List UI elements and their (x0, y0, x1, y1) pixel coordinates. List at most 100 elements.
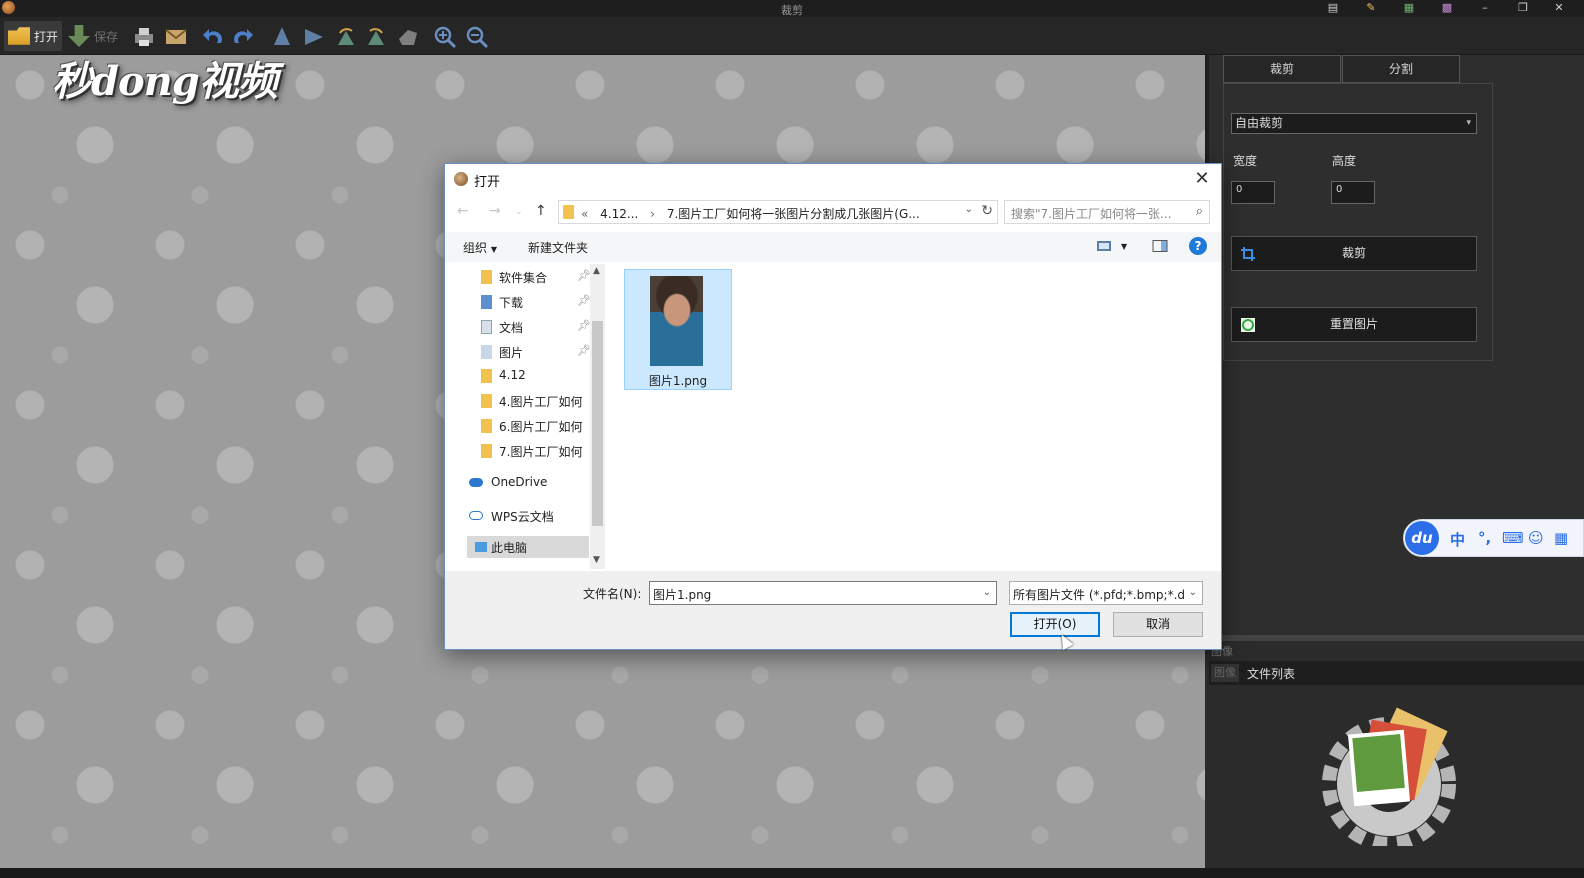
organize-label: 组织 (463, 241, 488, 255)
tab-image[interactable]: 图像 (1211, 664, 1239, 682)
nav-item-pictures[interactable]: 图片 📌︎ (481, 341, 591, 363)
nav-item-label: 4.图片工厂如何 (499, 395, 583, 409)
scrollbar-thumb[interactable] (592, 321, 603, 526)
nav-item-folder-6[interactable]: 6.图片工厂如何 (481, 415, 589, 437)
search-placeholder: 搜索"7.图片工厂如何将一张... (1011, 207, 1172, 221)
keyboard-icon[interactable]: ⌨ (1502, 529, 1524, 547)
flip-vertical-icon[interactable] (270, 25, 294, 49)
file-item[interactable]: 图片1.png (624, 269, 732, 390)
dialog-footer: 文件名(N): 图片1.png ⌄ 所有图片文件 (*.pfd;*.bmp;*.… (445, 571, 1221, 650)
nav-item-folder-4-12[interactable]: 4.12 (481, 365, 589, 387)
nav-item-label: 图片 (499, 346, 524, 360)
save-button[interactable]: 保存 (66, 21, 122, 51)
brush-icon[interactable] (396, 25, 420, 49)
crop-mode-value: 自由裁剪 (1235, 116, 1284, 130)
close-icon[interactable]: ✕ (1552, 1, 1566, 15)
breadcrumb-item[interactable]: 7.图片工厂如何将一张图片分割成几张图片(G... (667, 207, 920, 221)
height-label: 高度 (1332, 154, 1357, 168)
pin-icon: 📌︎ (577, 319, 591, 332)
filename-input[interactable]: 图片1.png ⌄ (649, 581, 997, 605)
restore-icon[interactable]: ❐ (1516, 1, 1530, 15)
dialog-close-icon[interactable]: ✕ (1191, 168, 1213, 190)
cancel-button[interactable]: 取消 (1113, 612, 1203, 637)
width-input[interactable]: 0 (1231, 181, 1275, 204)
rotate-left-icon[interactable] (334, 25, 358, 49)
rotate-right-icon[interactable] (364, 25, 388, 49)
documents-icon (481, 320, 492, 334)
ime-punctuation-toggle[interactable]: °, (1478, 529, 1491, 547)
undo-icon[interactable] (201, 25, 225, 49)
nav-scrollbar[interactable]: ▲ ▼ (590, 264, 605, 569)
zoom-in-icon[interactable] (433, 25, 457, 49)
height-input[interactable]: 0 (1331, 181, 1375, 204)
chevron-down-icon: ▾ (1466, 118, 1471, 128)
forward-arrow-icon[interactable]: → (489, 203, 501, 219)
scroll-up-icon[interactable]: ▲ (593, 266, 600, 276)
nav-item-label: 软件集合 (499, 271, 548, 285)
save-label: 保存 (94, 29, 119, 44)
nav-item-label: 此电脑 (491, 541, 528, 555)
redo-icon[interactable] (231, 25, 255, 49)
ime-logo[interactable]: du (1405, 521, 1439, 555)
nav-item-documents[interactable]: 文档 📌︎ (481, 316, 591, 338)
zoom-out-icon[interactable] (465, 25, 489, 49)
user-icon[interactable]: ☺ (1528, 529, 1544, 547)
tab-file-list[interactable]: 文件列表 (1247, 665, 1295, 682)
preview-pane-icon[interactable] (1152, 240, 1168, 252)
flip-horizontal-icon[interactable] (302, 25, 326, 49)
tab-split[interactable]: 分割 (1342, 55, 1460, 83)
nav-item-downloads[interactable]: 下载 📌︎ (481, 291, 591, 313)
email-icon[interactable] (164, 25, 188, 49)
help-icon[interactable]: ? (1189, 237, 1207, 255)
apps-icon[interactable]: ▦ (1554, 529, 1568, 547)
status-bar (0, 868, 1584, 878)
recent-locations-icon[interactable]: ⌄ (515, 207, 523, 217)
grid-icon[interactable]: ▩ (1440, 1, 1454, 15)
nav-item-software[interactable]: 软件集合 📌︎ (481, 266, 591, 288)
filetype-value: 所有图片文件 (*.pfd;*.bmp;*.d (1013, 588, 1186, 602)
open-file-dialog: 打开 ✕ ← → ⌄ ↑ « 4.12... › 7.图片工厂如何将一张图片分割… (444, 163, 1222, 650)
pictures-icon (481, 345, 492, 359)
reset-image-button[interactable]: 重置图片 (1231, 307, 1477, 342)
crop-button[interactable]: 裁剪 (1231, 236, 1477, 271)
pencil-icon[interactable]: ✎ (1364, 1, 1378, 15)
filetype-select[interactable]: 所有图片文件 (*.pfd;*.bmp;*.d ⌄ (1009, 581, 1203, 605)
tab-crop[interactable]: 裁剪 (1223, 55, 1341, 83)
downloads-icon (481, 295, 492, 309)
file-name: 图片1.png (648, 374, 708, 388)
open-button[interactable]: 打开(O) (1010, 612, 1100, 637)
minimize-icon[interactable]: – (1478, 1, 1492, 15)
search-input[interactable]: 搜索"7.图片工厂如何将一张... ⌕ (1004, 200, 1210, 224)
file-icon[interactable]: ▤ (1326, 1, 1340, 15)
back-arrow-icon[interactable]: ← (457, 203, 469, 219)
new-folder-button[interactable]: 新建文件夹 (528, 239, 588, 256)
breadcrumb-overflow[interactable]: « (581, 207, 588, 221)
organize-menu[interactable]: 组织 ▼ (463, 239, 497, 256)
view-mode-icon[interactable] (1097, 240, 1113, 252)
ime-mode-toggle[interactable]: 中 (1450, 529, 1465, 550)
nav-item-wps-cloud[interactable]: WPS云文档 (469, 505, 589, 527)
chevron-down-icon[interactable]: ⌄ (983, 587, 991, 598)
crop-mode-select[interactable]: 自由裁剪 ▾ (1231, 113, 1477, 134)
nav-item-this-pc[interactable]: 此电脑 (467, 536, 589, 558)
refresh-icon[interactable]: ↻ (981, 203, 993, 219)
nav-item-onedrive[interactable]: OneDrive (469, 472, 589, 494)
cloud-icon (469, 511, 483, 520)
nav-item-folder-7[interactable]: 7.图片工厂如何 (481, 440, 589, 462)
breadcrumb-item[interactable]: 4.12... (600, 207, 638, 221)
scroll-down-icon[interactable]: ▼ (593, 555, 600, 565)
address-bar[interactable]: « 4.12... › 7.图片工厂如何将一张图片分割成几张图片(G... ⌄ … (558, 200, 998, 224)
up-arrow-icon[interactable]: ↑ (535, 203, 547, 219)
print-icon[interactable] (132, 25, 156, 49)
layout-icon[interactable]: ▦ (1402, 1, 1416, 15)
open-label: 打开 (34, 29, 59, 44)
view-options-caret-icon[interactable]: ▼ (1121, 242, 1127, 251)
nav-item-label: 4.12 (499, 368, 526, 382)
nav-item-folder-4[interactable]: 4.图片工厂如何 (481, 390, 589, 412)
cloud-icon (469, 478, 483, 487)
chevron-down-icon[interactable]: ⌄ (965, 204, 973, 215)
open-button[interactable]: 打开 (4, 21, 62, 51)
folder-icon (481, 369, 492, 383)
dialog-title-bar: 打开 ✕ (445, 164, 1221, 195)
dialog-nav-bar: ← → ⌄ ↑ « 4.12... › 7.图片工厂如何将一张图片分割成几张图片… (445, 197, 1221, 229)
